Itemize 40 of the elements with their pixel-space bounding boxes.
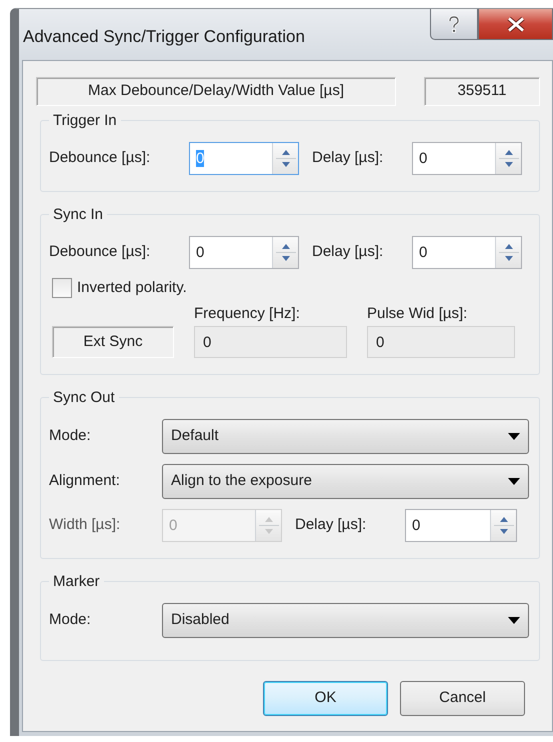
close-button[interactable]: [478, 9, 553, 40]
max-value-field: 359511: [424, 77, 540, 106]
field-label: Width [µs]:: [49, 514, 122, 535]
dropdown[interactable]: Disabled: [162, 602, 529, 638]
max-value-label: Max Debounce/Delay/Width Value [µs]: [36, 77, 396, 106]
dropdown[interactable]: Default: [162, 418, 529, 454]
caret-icon: [508, 616, 520, 624]
field-label: Frequency [Hz]:: [194, 304, 301, 324]
status-indicator: Ext Sync: [52, 326, 174, 358]
checkbox-label: Inverted polarity.: [77, 278, 187, 298]
field-label: Mode:: [49, 426, 92, 446]
readonly-field: 0: [367, 326, 515, 358]
window-title: Advanced Sync/Trigger Configuration: [23, 26, 306, 48]
field-label: Debounce [µs]:: [49, 242, 152, 262]
number-spinbox: 0: [162, 508, 282, 542]
number-spinbox[interactable]: 0: [405, 508, 517, 542]
checkbox[interactable]: [52, 278, 72, 298]
close-icon: [506, 16, 524, 32]
field-label: Debounce [µs]:: [49, 148, 152, 168]
readonly-field: 0: [194, 326, 347, 358]
help-button[interactable]: [430, 9, 478, 40]
caret-icon: [508, 432, 520, 440]
field-label: Delay [µs]:: [311, 148, 384, 168]
dialog-button[interactable]: OK: [263, 680, 388, 716]
field-label: Alignment:: [49, 470, 121, 491]
number-spinbox[interactable]: 0: [189, 236, 299, 268]
dropdown[interactable]: Align to the exposure: [162, 464, 529, 498]
group-title: Sync In: [52, 206, 104, 224]
group-title: Sync Out: [52, 388, 116, 406]
field-label: Delay [µs]:: [294, 514, 368, 535]
dialog-button[interactable]: Cancel: [400, 680, 525, 716]
number-spinbox[interactable]: 0: [412, 236, 522, 268]
help-icon: [448, 16, 460, 32]
field-label: Delay [µs]:: [311, 242, 384, 262]
number-spinbox[interactable]: 0: [412, 142, 522, 174]
caret-icon: [508, 478, 520, 484]
group-title: Trigger In: [52, 112, 118, 130]
group-title: Marker: [52, 572, 101, 590]
field-label: Pulse Wid [µs]:: [367, 304, 468, 324]
field-label: Mode:: [49, 610, 92, 630]
